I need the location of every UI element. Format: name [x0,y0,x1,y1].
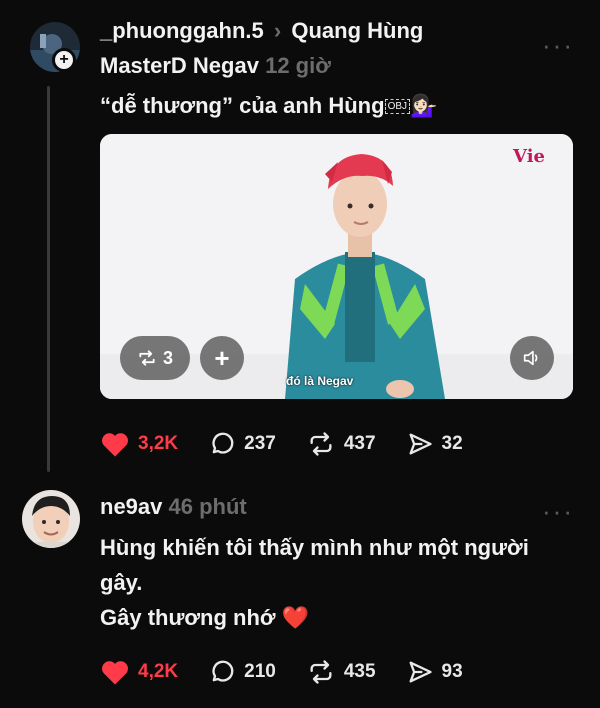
repost-button[interactable]: 437 [306,430,376,458]
repost-icon [310,660,332,684]
vie-watermark: Vie [513,146,545,167]
like-count: 3,2K [138,433,179,454]
plus-icon: + [214,342,230,373]
comment-count: 237 [244,433,276,454]
plus-icon: + [55,51,73,69]
repost-button[interactable]: 435 [306,658,376,686]
post-header: ne9av 46 phút [100,494,247,520]
obj-glyph: OBJ [384,99,411,115]
volume-icon [523,350,538,366]
thread-line [47,86,50,472]
comment-button[interactable]: 210 [208,658,276,686]
repost-count: 3 [162,347,173,368]
post-text: “dễ thương” của anh Hùng OBJ 💁🏻‍♀️ [100,93,438,118]
comment-icon [212,660,234,682]
post-actions: 4,2K 210 435 93 [100,652,493,692]
video-caption: đó là Negav [286,374,354,388]
share-button[interactable]: 93 [406,658,463,686]
emoji: 💁🏻‍♀️ [410,93,438,118]
chevron-right-icon: › [273,18,282,43]
volume-button[interactable] [510,336,554,380]
share-icon [409,661,432,683]
post-text-line: Gây thương nhớ ❤️ [100,605,310,630]
follow-button[interactable]: + [52,48,76,72]
repost-count-pill[interactable]: 3 [120,336,190,380]
share-icon [409,433,432,455]
heart-icon [102,433,128,457]
post-header: _phuonggahn.5 › Quang Hùng [100,18,423,44]
more-icon[interactable]: ··· [542,32,574,58]
heart-emoji: ❤️ [281,605,310,630]
more-icon[interactable]: ··· [542,498,574,524]
reply-to-user-2[interactable]: MasterD Negav [100,53,259,78]
post-actions: 3,2K 237 437 32 [100,424,493,464]
share-count: 93 [441,661,463,682]
username[interactable]: _phuonggahn.5 [100,18,264,43]
post-header-line2: MasterD Negav 12 giờ [100,53,331,79]
add-button[interactable]: + [200,336,244,380]
share-button[interactable]: 32 [406,430,463,458]
repost-count: 437 [343,433,376,454]
username[interactable]: ne9av [100,494,162,519]
heart-icon [102,661,128,685]
repost-icon [139,350,155,366]
comment-button[interactable]: 237 [208,430,276,458]
video-media[interactable]: Vie đó là Negav 3 + [100,134,573,399]
comment-icon [212,432,234,454]
reply-to-user[interactable]: Quang Hùng [291,18,423,43]
post-time: 46 phút [168,494,247,519]
like-button[interactable]: 4,2K [100,658,178,686]
thread-post-2: ne9av 46 phút ··· Hùng khiến tôi thấy mì… [0,480,600,708]
repost-icon [310,432,332,456]
post-text-line: Hùng khiến tôi thấy mình như một người [100,535,529,560]
like-count: 4,2K [138,661,179,682]
share-count: 32 [441,433,463,454]
post-time: 12 giờ [265,53,331,78]
comment-count: 210 [244,661,276,682]
post-text: Hùng khiến tôi thấy mình như một người g… [100,532,580,634]
like-button[interactable]: 3,2K [100,430,178,458]
post-text-line: gây. [100,570,143,595]
thread-post-1: + _phuonggahn.5 › Quang Hùng MasterD Neg… [0,0,600,480]
avatar[interactable] [22,490,80,548]
repost-count: 435 [343,661,376,682]
